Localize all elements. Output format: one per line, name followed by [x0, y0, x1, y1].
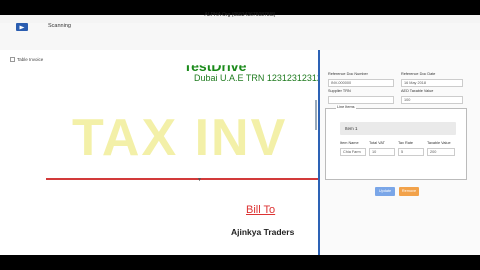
update-button[interactable]: Update [375, 187, 395, 196]
reference-doc-number-label: Reference Doc Number [328, 72, 368, 76]
supplier-trn-input[interactable] [328, 96, 394, 104]
reference-doc-date-label: Reference Doc Date [401, 72, 436, 76]
remove-button[interactable]: Remove [399, 187, 419, 196]
scanning-label: Scanning [48, 23, 71, 29]
resize-handle-icon[interactable]: ▼ [197, 177, 202, 183]
col-taxable-value-label: Taxable Value [427, 141, 451, 145]
divider-line [46, 178, 318, 180]
aed-taxable-value-label: AED Taxable Value [401, 89, 434, 93]
tax-invoice-watermark: TAX INV [72, 109, 288, 167]
scrollbar[interactable] [315, 100, 317, 130]
toolbar [0, 23, 480, 53]
reference-doc-date-input[interactable]: 16 May 2018 [401, 79, 463, 87]
bill-to-heading: Bill To [246, 204, 276, 216]
aed-taxable-value-input[interactable]: 100 [401, 96, 463, 104]
col-item-name-label: Item Name [340, 141, 359, 145]
buyer-name: Ajinkya Traders [231, 227, 295, 237]
item-name-input[interactable]: Chia Farm [340, 148, 366, 156]
taxable-value-input[interactable]: 200 [427, 148, 455, 156]
supplier-trn-label: Supplier TRN [328, 89, 351, 93]
table-invoice-label: Table Invoice [17, 57, 44, 62]
col-tax-rate-label: Tax Rate [398, 141, 413, 145]
line-items-label: Line Items [336, 105, 356, 109]
col-total-vat-label: Total VAT [369, 141, 385, 145]
play-icon [19, 25, 25, 29]
scan-button[interactable] [16, 23, 28, 31]
window-title: ALPHA Org (0583436760878I8) [204, 12, 276, 18]
table-invoice-checkbox[interactable] [10, 57, 15, 62]
tax-rate-input[interactable]: 5 [398, 148, 424, 156]
reference-doc-number-input[interactable]: INV-000000 [328, 79, 394, 87]
total-vat-input[interactable]: 10 [369, 148, 395, 156]
line-item-title: Item 1 [345, 125, 358, 131]
line-item-header[interactable]: Item 1 [340, 122, 456, 135]
